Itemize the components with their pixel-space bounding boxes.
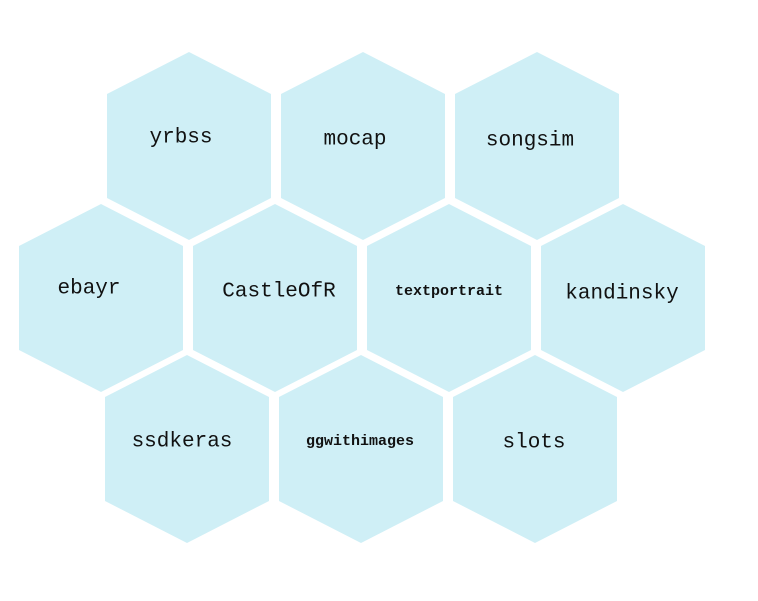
hex-label: slots <box>502 432 565 455</box>
hex-label: ebayr <box>57 278 120 301</box>
hex-label: CastleOfR <box>222 281 336 304</box>
hex-sticker-kandinsky: kandinsky <box>541 204 705 392</box>
hex-sticker-castleofr: CastleOfR <box>193 204 357 392</box>
hex-label: ssdkeras <box>132 431 233 454</box>
hex-sticker-songsim: songsim <box>455 52 619 240</box>
hex-sticker-mocap: mocap <box>281 52 445 240</box>
hex-label: kandinsky <box>565 283 678 306</box>
hex-label: ggwithimages <box>306 433 414 450</box>
hex-sticker-ebayr: ebayr <box>19 204 183 392</box>
hex-sticker-ssdkeras: ssdkeras <box>105 355 269 543</box>
hex-sticker-yrbss: yrbss <box>107 52 271 240</box>
hex-label: textportrait <box>395 283 503 300</box>
hex-sticker-textportrait: textportrait <box>367 204 531 392</box>
hex-label: songsim <box>486 130 574 153</box>
hex-sticker-grid: yrbss mocap songsim ebayr CastleOfR textportr… <box>19 52 705 543</box>
hex-label: yrbss <box>149 127 212 150</box>
hex-sticker-ggwithimages: ggwithimages <box>279 355 443 543</box>
hex-label: mocap <box>323 129 386 152</box>
hex-sticker-slots: slots <box>453 355 617 543</box>
